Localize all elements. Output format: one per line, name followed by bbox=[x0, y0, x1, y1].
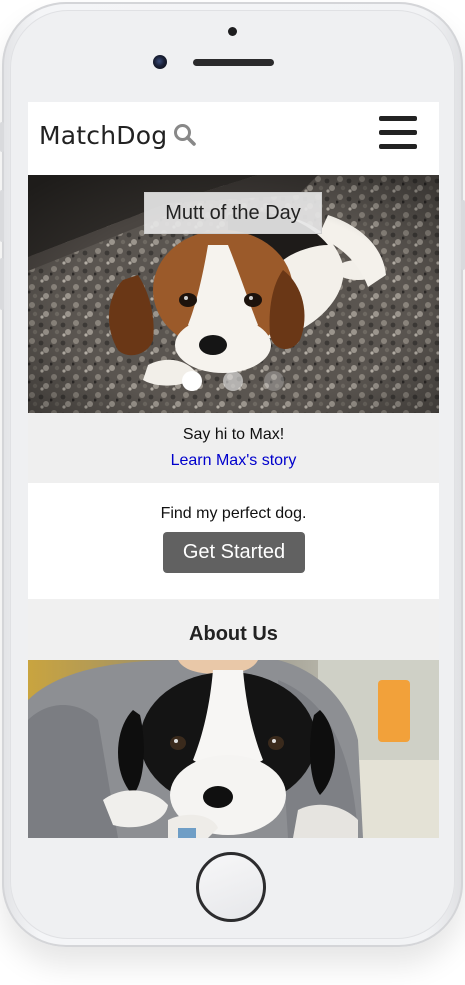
phone-side-button-mute bbox=[0, 122, 4, 152]
dog-story-link[interactable]: Learn Max's story bbox=[28, 452, 439, 470]
front-camera bbox=[153, 55, 167, 69]
site-logo-text[interactable]: MatchDog bbox=[39, 121, 167, 150]
phone-screen: MatchDog Mutt of the Day Say hi to Max! … bbox=[28, 102, 439, 838]
home-button[interactable] bbox=[196, 852, 266, 922]
about-section-photo bbox=[28, 660, 439, 838]
hero-title: Mutt of the Day bbox=[144, 192, 322, 234]
site-header: MatchDog bbox=[28, 102, 439, 174]
carousel-dot-2[interactable] bbox=[223, 371, 243, 391]
search-icon[interactable] bbox=[173, 123, 197, 147]
get-started-button[interactable]: Get Started bbox=[163, 532, 305, 573]
phone-side-button-volume-down bbox=[0, 258, 4, 310]
carousel-dot-3[interactable] bbox=[264, 371, 284, 391]
phone-side-button-power bbox=[461, 200, 465, 270]
carousel-dot-1[interactable] bbox=[182, 371, 202, 391]
find-dog-section: Find my perfect dog. Get Started bbox=[28, 483, 439, 599]
earpiece-speaker bbox=[193, 59, 274, 66]
puppy-held-photo bbox=[28, 660, 439, 838]
featured-greeting: Say hi to Max! bbox=[182, 426, 285, 443]
featured-dog-caption: Say hi to Max! Learn Max's story bbox=[28, 413, 439, 483]
hero-carousel: Mutt of the Day bbox=[28, 175, 439, 413]
carousel-indicators bbox=[178, 371, 288, 391]
about-section-header: About Us bbox=[28, 599, 439, 660]
find-dog-prompt: Find my perfect dog. bbox=[160, 505, 307, 522]
hamburger-menu-icon[interactable] bbox=[379, 116, 417, 150]
about-title: About Us bbox=[189, 623, 278, 645]
proximity-sensor bbox=[228, 27, 237, 36]
phone-side-button-volume-up bbox=[0, 190, 4, 242]
